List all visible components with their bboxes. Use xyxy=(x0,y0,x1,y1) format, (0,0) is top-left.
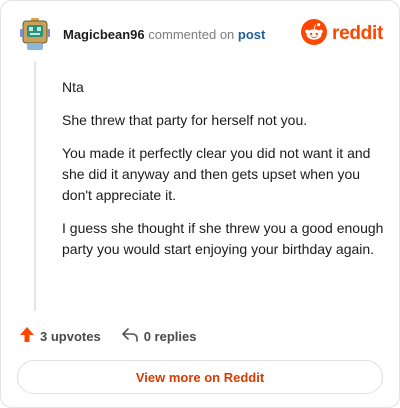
post-link[interactable]: post xyxy=(238,27,265,42)
comment-header: Magicbean96 commented on post reddit xyxy=(19,17,383,53)
action-text: commented on xyxy=(148,27,235,42)
reply-arrow-icon xyxy=(121,327,139,346)
comment-paragraph: I guess she thought if she threw you a g… xyxy=(62,220,384,257)
reply-count: 0 replies xyxy=(143,328,197,344)
comment-actions: 3 upvotes 0 replies xyxy=(19,325,196,347)
comment-meta: Magicbean96 commented on post xyxy=(63,27,265,42)
robot-avatar-icon[interactable] xyxy=(19,17,51,51)
reddit-logo[interactable]: reddit xyxy=(301,18,383,50)
comment-body: Nta She threw that party for herself not… xyxy=(62,77,384,272)
reddit-snoo-icon xyxy=(301,18,328,50)
reddit-wordmark: reddit xyxy=(332,23,383,44)
comment-paragraph: She threw that party for herself not you… xyxy=(62,112,308,128)
thread-line xyxy=(34,61,36,311)
upvote-arrow-icon xyxy=(19,326,35,346)
comment-paragraph: You made it perfectly clear you did not … xyxy=(62,145,371,203)
upvote-button[interactable]: 3 upvotes xyxy=(19,326,101,346)
reply-button[interactable]: 0 replies xyxy=(121,327,197,346)
upvote-count: 3 upvotes xyxy=(40,328,101,344)
embedded-comment-card: Magicbean96 commented on post reddit Nta… xyxy=(0,0,400,408)
view-more-button[interactable]: View more on Reddit xyxy=(17,360,383,394)
username-link[interactable]: Magicbean96 xyxy=(63,27,145,42)
comment-paragraph: Nta xyxy=(62,79,84,95)
